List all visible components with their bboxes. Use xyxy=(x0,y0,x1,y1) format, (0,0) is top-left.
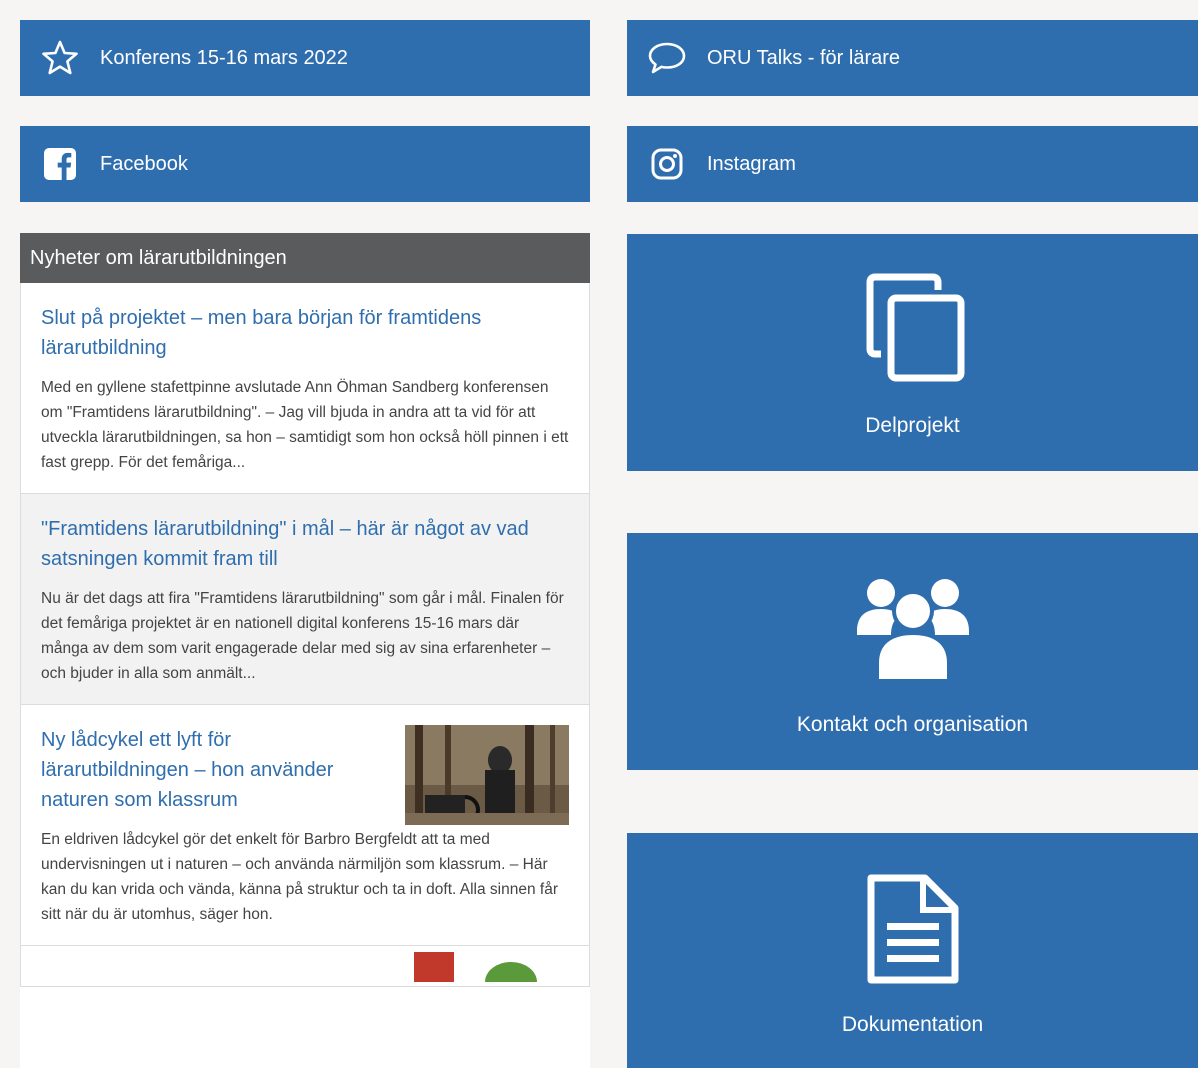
star-icon xyxy=(40,38,80,78)
kontakt-tile-label: Kontakt och organisation xyxy=(796,713,1029,736)
speech-bubble-icon xyxy=(647,38,687,78)
oru-talks-link-button[interactable]: ORU Talks - för lärare xyxy=(627,20,1198,96)
news-list: Slut på projektet – men bara början för … xyxy=(20,283,590,987)
dokumentation-tile-label: Dokumentation xyxy=(841,1013,984,1036)
copy-icon xyxy=(627,272,1198,387)
news-item-excerpt: Nu är det dags att fira "Framtidens lära… xyxy=(41,590,564,682)
conference-link-label: Konferens 15-16 mars 2022 xyxy=(100,46,348,69)
news-item: "Framtidens lärarutbildning" i mål – här… xyxy=(21,494,589,705)
conference-link-button[interactable]: Konferens 15-16 mars 2022 xyxy=(20,20,590,96)
instagram-link-button[interactable]: Instagram xyxy=(627,126,1198,202)
news-panel: Nyheter om lärarutbildningen Slut på pro… xyxy=(20,233,590,1068)
news-item: Slut på projektet – men bara början för … xyxy=(21,283,589,494)
news-panel-heading: Nyheter om lärarutbildningen xyxy=(20,233,590,283)
news-item-title[interactable]: Slut på projektet – men bara början för … xyxy=(41,303,569,363)
news-item-excerpt: Med en gyllene stafettpinne avslutade An… xyxy=(41,379,569,471)
news-item-title[interactable]: "Framtidens lärarutbildning" i mål – här… xyxy=(41,514,569,574)
news-item-title[interactable]: Ny lådcykel ett lyft för lärarutbildning… xyxy=(41,725,371,815)
dokumentation-tile[interactable]: Dokumentation xyxy=(627,833,1198,1068)
facebook-link-label: Facebook xyxy=(100,152,188,175)
oru-talks-link-label: ORU Talks - för lärare xyxy=(707,46,901,69)
kontakt-tile[interactable]: Kontakt och organisation xyxy=(627,533,1198,770)
news-item-thumbnail[interactable] xyxy=(414,952,454,982)
instagram-link-label: Instagram xyxy=(707,152,796,175)
delprojekt-tile[interactable]: Delprojekt xyxy=(627,234,1198,471)
delprojekt-tile-label: Delprojekt xyxy=(865,414,960,437)
news-item-excerpt: En eldriven lådcykel gör det enkelt för … xyxy=(41,831,558,923)
news-item-thumbnail[interactable] xyxy=(481,952,541,982)
facebook-link-button[interactable]: Facebook xyxy=(20,126,590,202)
instagram-icon xyxy=(647,144,687,184)
facebook-icon xyxy=(40,144,80,184)
news-item xyxy=(21,946,589,987)
news-item: Ny lådcykel ett lyft för lärarutbildning… xyxy=(21,705,589,946)
users-group-icon xyxy=(627,571,1198,686)
news-item-thumbnail[interactable] xyxy=(405,725,569,825)
document-icon xyxy=(627,873,1198,985)
